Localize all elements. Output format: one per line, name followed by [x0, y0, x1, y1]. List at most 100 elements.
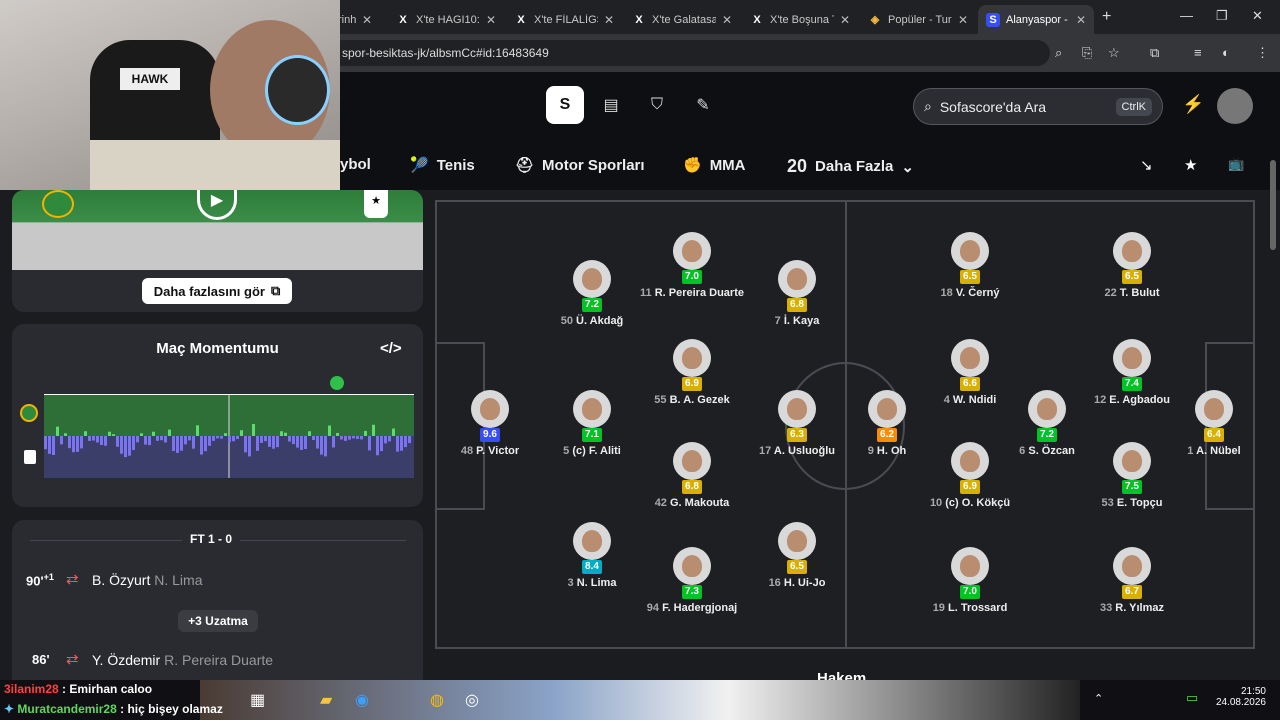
- tab-5[interactable]: X X'te Boşuna T ✕: [742, 5, 858, 34]
- home-player[interactable]: 6.5 16 H. Ui-Jo: [742, 522, 852, 590]
- home-player[interactable]: 8.4 3 N. Lima: [537, 522, 647, 590]
- player-name: N. Lima: [576, 577, 617, 589]
- nav-football[interactable]: ybol: [340, 156, 371, 173]
- momentum-bar: [56, 426, 59, 436]
- momentum-bar: [172, 436, 175, 452]
- substitution-event[interactable]: Y. Özdemir R. Pereira Duarte: [92, 652, 273, 668]
- news-icon[interactable]: ▤: [592, 86, 630, 124]
- away-player[interactable]: 7.0 19 L. Trossard: [915, 547, 1025, 615]
- tab-7-active[interactable]: S Alanyaspor - ✕: [978, 5, 1094, 34]
- home-player[interactable]: 7.0 11 R. Pereira Duarte: [637, 232, 747, 300]
- away-player[interactable]: 6.4 1 A. Nübel: [1159, 390, 1269, 458]
- home-player[interactable]: 7.3 94 F. Hadergjonaj: [637, 547, 747, 615]
- rating-badge: 6.4: [1204, 428, 1224, 442]
- momentum-bar: [220, 436, 223, 439]
- momentum-bar: [276, 436, 279, 448]
- trend-icon[interactable]: ↘: [1140, 156, 1153, 174]
- home-player[interactable]: 6.8 7 İ. Kaya: [742, 260, 852, 328]
- install-icon[interactable]: ⎘: [1082, 45, 1092, 61]
- tab-2[interactable]: X X'te HAGI10: ✕: [388, 5, 504, 34]
- headphones: [265, 55, 330, 125]
- extensions-icon[interactable]: ⧉: [1150, 45, 1159, 61]
- chevron-up-icon[interactable]: ⌃: [1094, 692, 1103, 705]
- momentum-bar: [336, 432, 339, 436]
- home-player[interactable]: 7.2 50 Ü. Akdağ: [537, 260, 647, 328]
- player-name: G. Makouta: [670, 497, 730, 509]
- nav-label: MMA: [709, 156, 746, 174]
- favorite-star-icon[interactable]: ★: [1184, 156, 1197, 174]
- home-player[interactable]: 7.1 5 (c) F. Aliti: [537, 390, 647, 458]
- edge-icon[interactable]: ◉: [355, 690, 369, 710]
- nav-tennis[interactable]: 🎾 Tenis: [410, 156, 475, 175]
- more-button[interactable]: Daha fazlasını gör ⧉: [142, 278, 292, 304]
- profile-icon[interactable]: ◐: [1222, 45, 1230, 60]
- helmet-icon: ⛑: [515, 157, 535, 174]
- edit-icon[interactable]: ✎: [684, 86, 722, 124]
- bookmark-star-icon[interactable]: ☆: [1108, 45, 1120, 61]
- shirt-number: 9: [867, 445, 874, 457]
- url-field[interactable]: spor-besiktas-jk/albsmCc#id:16483649: [330, 40, 1050, 66]
- momentum-bar: [352, 436, 355, 439]
- player-label: 50 Ü. Akdağ: [537, 315, 647, 328]
- window-close-button[interactable]: ✕: [1252, 8, 1263, 24]
- tv-icon[interactable]: 📺: [1228, 156, 1244, 172]
- tab-6[interactable]: ◈ Popüler - Tur ✕: [860, 5, 976, 34]
- substitution-event[interactable]: B. Özyurt N. Lima: [92, 572, 202, 588]
- momentum-bar: [388, 436, 391, 442]
- close-icon[interactable]: ✕: [722, 13, 732, 27]
- rating-badge: 7.1: [582, 428, 602, 442]
- lightning-icon[interactable]: ⚡: [1182, 94, 1204, 115]
- sofascore-logo-icon[interactable]: S: [546, 86, 584, 124]
- embed-icon[interactable]: </>: [380, 340, 402, 357]
- obs-icon[interactable]: ◎: [465, 690, 479, 710]
- tab-4[interactable]: X X'te Galatasa ✕: [624, 5, 740, 34]
- scrollbar-thumb[interactable]: [1270, 160, 1276, 250]
- close-icon[interactable]: ✕: [840, 13, 850, 27]
- momentum-bar: [264, 436, 267, 442]
- away-player[interactable]: 6.5 22 T. Bulut: [1077, 232, 1187, 300]
- highlights-card: ▶ ★ Daha fazlasını gör ⧉: [12, 190, 423, 312]
- avatar[interactable]: [1217, 88, 1253, 124]
- away-player[interactable]: 6.7 33 R. Yılmaz: [1077, 547, 1187, 615]
- zoom-icon[interactable]: ⌕: [1055, 45, 1062, 61]
- close-icon[interactable]: ✕: [1076, 13, 1086, 27]
- player-in: B. Özyurt: [92, 572, 151, 588]
- nav-more[interactable]: 20 Daha Fazla ⌄: [787, 156, 914, 177]
- media-icon[interactable]: ≡: [1194, 45, 1202, 60]
- close-icon[interactable]: ✕: [486, 13, 496, 27]
- home-player[interactable]: 9.6 48 P. Victor: [435, 390, 545, 458]
- player-name: H. Ui-Jo: [783, 577, 826, 589]
- momentum-bar: [296, 436, 299, 448]
- home-player[interactable]: 6.9 55 B. A. Gezek: [637, 339, 747, 407]
- momentum-bar: [204, 436, 207, 452]
- new-tab-button[interactable]: +: [1102, 8, 1111, 26]
- nav-motorsport[interactable]: ⛑ Motor Sporları: [515, 156, 645, 175]
- momentum-bar: [332, 436, 335, 448]
- menu-icon[interactable]: ⋮: [1256, 45, 1269, 61]
- clock[interactable]: 21:50 24.08.2026: [1210, 686, 1266, 708]
- away-player[interactable]: 6.5 18 V. Černý: [915, 232, 1025, 300]
- battery-icon: ▭: [1186, 690, 1199, 705]
- rating-badge: 7.3: [682, 585, 702, 599]
- close-icon[interactable]: ✕: [604, 13, 614, 27]
- shield-icon[interactable]: ⛉: [638, 86, 676, 124]
- nav-mma[interactable]: ✊ MMA: [683, 156, 746, 175]
- rating-badge: 7.4: [1122, 377, 1142, 391]
- app-icon[interactable]: ▦: [250, 690, 265, 710]
- momentum-bar: [48, 436, 51, 454]
- rating-badge: 6.5: [1122, 270, 1142, 284]
- minimize-button[interactable]: —: [1180, 8, 1193, 23]
- momentum-bar: [288, 436, 291, 442]
- search-input[interactable]: ⌕ Sofascore'da Ara CtrlK: [913, 88, 1163, 125]
- folder-icon[interactable]: ▰: [320, 690, 332, 710]
- momentum-bar: [120, 436, 123, 454]
- chrome-icon[interactable]: ◍: [430, 690, 444, 710]
- close-icon[interactable]: ✕: [958, 13, 968, 27]
- tab-label: X'te Boşuna T: [770, 13, 834, 26]
- shirt-number: 33: [1099, 602, 1113, 614]
- maximize-button[interactable]: ❐: [1216, 8, 1228, 24]
- close-icon[interactable]: ✕: [362, 13, 372, 27]
- home-player[interactable]: 6.8 42 G. Makouta: [637, 442, 747, 510]
- tab-3[interactable]: X X'te FİLALİGS ✕: [506, 5, 622, 34]
- momentum-bar: [212, 436, 215, 441]
